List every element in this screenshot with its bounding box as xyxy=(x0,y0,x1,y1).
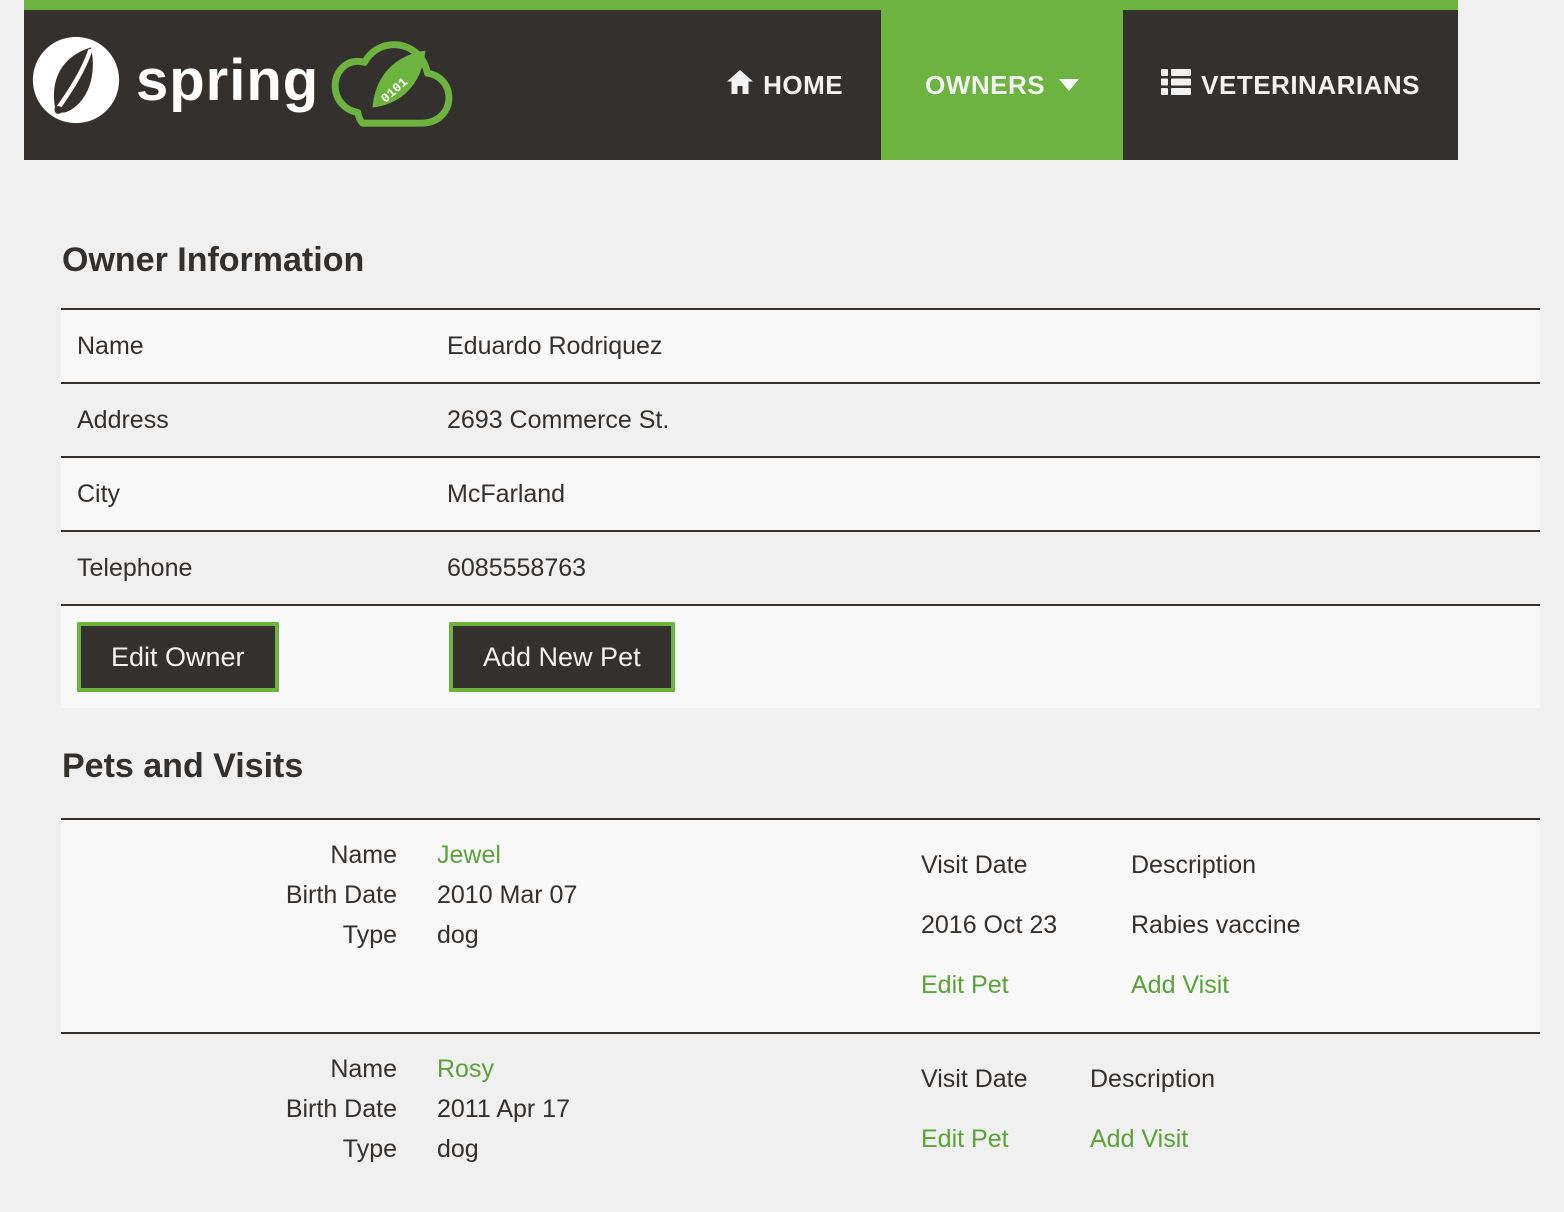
pet-birthdate-label: Birth Date xyxy=(285,1095,397,1123)
pet-type-label: Type xyxy=(342,921,397,949)
owner-city-label: City xyxy=(77,479,121,508)
pet-birthdate-value: 2010 Mar 07 xyxy=(437,881,578,909)
owner-name-value: Eduardo Rodriquez xyxy=(447,331,663,360)
table-row: Address 2693 Commerce St. xyxy=(61,382,1540,456)
pet-birthdate-label: Birth Date xyxy=(285,881,397,909)
owner-telephone-label: Telephone xyxy=(77,553,193,582)
visit-date-value: 2016 Oct 23 xyxy=(921,911,1058,939)
pet-row-rosy: Name Rosy Birth Date 2011 Apr 17 Type do… xyxy=(61,1032,1540,1212)
visit-description-header: Description xyxy=(1090,1065,1216,1093)
owner-city-value: McFarland xyxy=(447,479,566,508)
owner-address-value: 2693 Commerce St. xyxy=(447,405,670,434)
table-row: Name Eduardo Rodriquez xyxy=(61,308,1540,382)
pet-type-value: dog xyxy=(437,1135,479,1163)
visit-description-value: Rabies vaccine xyxy=(1131,911,1301,939)
visits-table: Visit Date Description 2016 Oct 23 Rabie… xyxy=(921,845,1323,1025)
add-visit-link[interactable]: Add Visit xyxy=(1131,971,1229,999)
visit-description-header: Description xyxy=(1131,851,1257,879)
pets-and-visits-title: Pets and Visits xyxy=(62,747,304,785)
add-visit-link[interactable]: Add Visit xyxy=(1090,1125,1188,1153)
edit-pet-link[interactable]: Edit Pet xyxy=(921,1125,1009,1153)
pet-name-label: Name xyxy=(330,1055,397,1083)
table-row: Telephone 6085558763 xyxy=(61,530,1540,604)
pets-and-visits-table: Name Jewel Birth Date 2010 Mar 07 Type d… xyxy=(61,818,1540,1212)
pet-details: Name Rosy Birth Date 2011 Apr 17 Type do… xyxy=(61,1049,570,1169)
edit-pet-link[interactable]: Edit Pet xyxy=(921,971,1009,999)
owner-information-table: Name Eduardo Rodriquez Address 2693 Comm… xyxy=(61,308,1540,708)
pet-row-jewel: Name Jewel Birth Date 2010 Mar 07 Type d… xyxy=(61,818,1540,1032)
visit-row: 2016 Oct 23 Rabies vaccine xyxy=(921,905,1323,965)
owner-name-label: Name xyxy=(77,331,144,360)
page: spring 0101 HOME OWNERS VETERINARIANS Ow… xyxy=(0,0,1564,1212)
owner-telephone-value: 6085558763 xyxy=(447,553,587,582)
visit-date-header: Visit Date xyxy=(921,1065,1028,1093)
pet-details: Name Jewel Birth Date 2010 Mar 07 Type d… xyxy=(61,835,578,955)
edit-owner-button[interactable]: Edit Owner xyxy=(77,622,279,692)
pet-type-value: dog xyxy=(437,921,479,949)
visit-date-header: Visit Date xyxy=(921,851,1028,879)
main-content: Owner Information Name Eduardo Rodriquez… xyxy=(61,0,1540,1212)
owner-information-title: Owner Information xyxy=(62,241,365,279)
pet-name-link[interactable]: Rosy xyxy=(437,1055,494,1083)
pet-type-label: Type xyxy=(342,1135,397,1163)
pet-name-link[interactable]: Jewel xyxy=(437,841,501,869)
add-new-pet-button[interactable]: Add New Pet xyxy=(449,622,675,692)
table-row: City McFarland xyxy=(61,456,1540,530)
pet-name-label: Name xyxy=(330,841,397,869)
pet-birthdate-value: 2011 Apr 17 xyxy=(437,1095,570,1123)
visits-table: Visit Date Description Edit Pet Add Visi… xyxy=(921,1059,1237,1179)
owner-actions-row: Edit Owner Add New Pet xyxy=(61,604,1540,708)
owner-address-label: Address xyxy=(77,405,169,434)
